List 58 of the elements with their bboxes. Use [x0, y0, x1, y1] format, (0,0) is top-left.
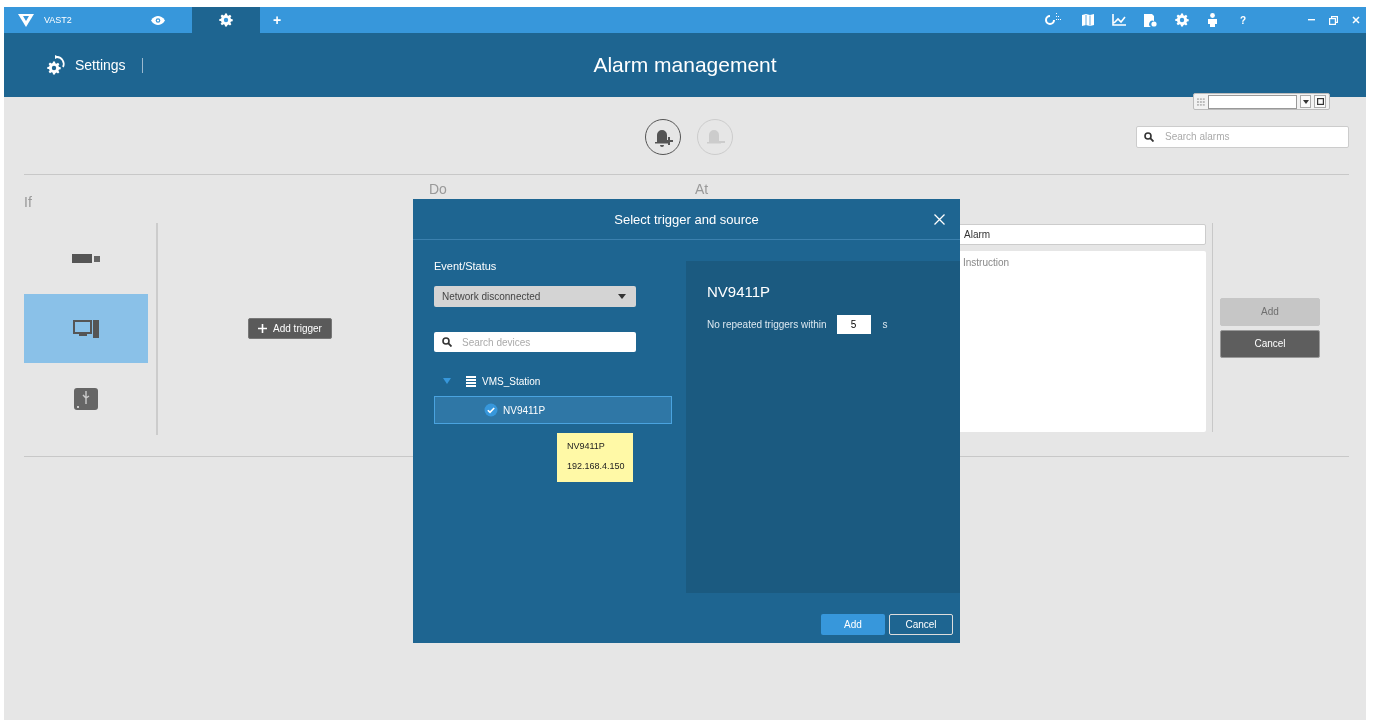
- search-icon: [442, 337, 452, 347]
- help-button[interactable]: ?: [1239, 14, 1246, 26]
- search-field[interactable]: Search alarms: [1136, 125, 1349, 148]
- maximize-button[interactable]: [1314, 95, 1326, 108]
- search-icon: [1144, 131, 1154, 142]
- gear-refresh-icon[interactable]: [47, 55, 67, 75]
- add-button[interactable]: Add: [821, 614, 885, 635]
- user-icon[interactable]: [1206, 13, 1218, 27]
- gear-icon[interactable]: [1174, 13, 1189, 27]
- checked-icon[interactable]: [484, 403, 498, 417]
- tooltip-text: NV9411P: [567, 441, 606, 451]
- report-icon[interactable]: [1143, 13, 1157, 27]
- section-label: Do: [429, 181, 447, 197]
- section-label: At: [695, 181, 709, 197]
- section-label: If: [24, 194, 32, 210]
- seconds-field[interactable]: 5: [836, 315, 871, 334]
- restore-icon[interactable]: [1329, 15, 1338, 25]
- tooltip-text: 192.168.4.150: [567, 461, 626, 471]
- tree-item[interactable]: NV9411P: [434, 396, 672, 424]
- close-icon[interactable]: [934, 214, 945, 225]
- logo-icon: [18, 13, 34, 27]
- page-title: Alarm management: [593, 53, 777, 77]
- computer-icon: [73, 319, 99, 338]
- device-name: NV9411P: [707, 283, 772, 300]
- field-label: Event/Status: [434, 260, 498, 272]
- square-icon: [1316, 98, 1324, 105]
- add-trigger-button[interactable]: Add trigger: [248, 317, 332, 339]
- unit-label: s: [882, 319, 888, 330]
- cancel-button[interactable]: Cancel: [889, 614, 953, 635]
- plus-icon: [258, 323, 268, 333]
- settings-link[interactable]: Settings: [75, 57, 126, 73]
- caret-icon: [618, 294, 626, 299]
- minimize-icon[interactable]: [1308, 19, 1315, 21]
- signal-icon[interactable]: [1043, 13, 1064, 27]
- new-tab-button[interactable]: +: [260, 7, 294, 33]
- cancel-button[interactable]: Cancel: [1220, 329, 1320, 358]
- app-name: VAST2: [44, 15, 72, 25]
- event-dropdown[interactable]: Network disconnected: [434, 286, 636, 307]
- map-icon[interactable]: [1081, 14, 1094, 26]
- add-alarm-button[interactable]: [644, 118, 681, 155]
- chart-icon[interactable]: [1111, 14, 1126, 26]
- grip-icon[interactable]: [1197, 97, 1205, 106]
- input-field[interactable]: [1207, 94, 1297, 109]
- dropdown-button[interactable]: [1299, 95, 1312, 108]
- eye-icon: [151, 15, 165, 25]
- camera-icon: [72, 253, 100, 263]
- tree-item[interactable]: VMS_Station: [482, 375, 541, 387]
- field-label: No repeated triggers within: [707, 319, 827, 330]
- source-type-item[interactable]: [24, 294, 148, 363]
- expand-caret-icon[interactable]: [443, 377, 451, 385]
- close-icon[interactable]: [1352, 16, 1360, 24]
- search-field[interactable]: Search devices: [434, 332, 636, 352]
- dialog-title: Select trigger and source: [614, 211, 759, 227]
- tab[interactable]: [192, 7, 260, 33]
- gear-icon: [219, 13, 233, 27]
- usb-drive-icon: [74, 388, 98, 410]
- caret-icon: [1302, 99, 1309, 104]
- server-icon: [466, 375, 476, 387]
